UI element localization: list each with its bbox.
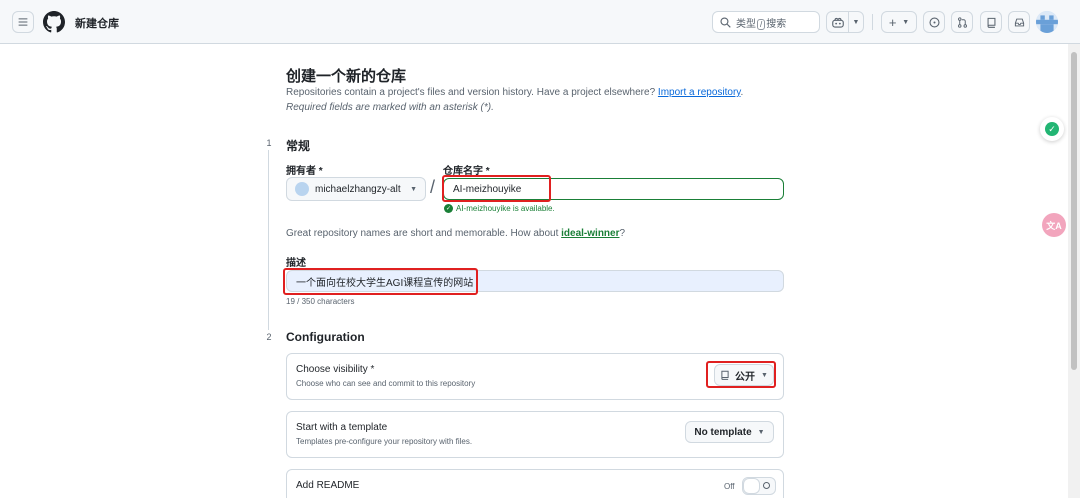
check-circle-icon: ✓: [444, 204, 453, 213]
issues-icon: [928, 16, 940, 28]
name-available-text: AI-meizhouyike is available.: [456, 204, 555, 213]
owner-select[interactable]: michaelzhangzy-alt ▼: [286, 177, 426, 201]
floating-assistant-button[interactable]: ✓: [1040, 117, 1064, 141]
plus-icon: +: [888, 14, 897, 30]
step-number-configuration: 2: [262, 330, 276, 344]
owner-repo-separator: /: [430, 177, 436, 197]
section-title-general: 常规: [286, 139, 311, 153]
description-char-count: 19 / 350 characters: [286, 297, 355, 306]
chevron-down-icon: ▼: [757, 428, 765, 436]
search-shortcut-key: /: [757, 18, 766, 30]
required-fields-note: Required fields are marked with an aster…: [286, 102, 494, 113]
step-number-general: 1: [262, 136, 276, 150]
inbox-button[interactable]: [1008, 11, 1030, 33]
import-repository-link[interactable]: Import a repository: [658, 87, 741, 98]
hamburger-icon: [18, 18, 28, 26]
inbox-icon: [1014, 18, 1024, 26]
translate-icon: 文A: [1046, 220, 1062, 231]
repositories-button[interactable]: [980, 11, 1002, 33]
identicon-icon: [1036, 11, 1058, 33]
readme-title: Add README: [296, 480, 360, 491]
suggestion-text: Great repository names are short and mem…: [286, 228, 559, 239]
create-new-button[interactable]: + ▼: [881, 11, 917, 33]
visibility-title: Choose visibility *: [296, 364, 375, 375]
chevron-down-icon: ▼: [852, 18, 860, 26]
page-title: 创建一个新的仓库: [286, 68, 407, 85]
user-avatar[interactable]: [1036, 11, 1058, 33]
chevron-down-icon: ▼: [410, 185, 417, 193]
highlight-box-description: [283, 268, 478, 295]
visibility-subtitle: Choose who can see and commit to this re…: [296, 379, 476, 388]
name-suggestion: Great repository names are short and mem…: [286, 228, 625, 239]
repo-icon: [987, 17, 995, 28]
owner-avatar: [295, 182, 309, 196]
template-subtitle: Templates pre-configure your repository …: [296, 437, 473, 446]
template-card: Start with a template Templates pre-conf…: [286, 411, 784, 458]
intro-description: Repositories contain a project's files a…: [286, 87, 656, 98]
pull-request-icon: [957, 16, 967, 28]
owner-label: 拥有者 *: [286, 166, 323, 177]
github-logo-icon[interactable]: [43, 11, 65, 33]
copilot-button[interactable]: [827, 12, 849, 32]
copilot-button-group: ▼: [826, 11, 864, 33]
vertical-scrollbar[interactable]: [1068, 44, 1080, 498]
name-available-message: ✓ AI-meizhouyike is available.: [444, 204, 555, 213]
translate-button[interactable]: 文A: [1042, 213, 1066, 237]
highlight-box-repo-name: [442, 175, 551, 202]
search-icon: [720, 16, 731, 28]
search-label-post: 搜索: [766, 18, 787, 30]
section-title-configuration: Configuration: [286, 330, 365, 344]
assistant-logo-icon: ✓: [1045, 122, 1059, 136]
template-title: Start with a template: [296, 422, 388, 433]
top-header: 新建仓库 类型 / 搜索 ▼ + ▼: [0, 0, 1080, 44]
copilot-icon: [831, 17, 844, 28]
readme-card: Add README Off: [286, 469, 784, 498]
readme-toggle[interactable]: [742, 477, 776, 495]
pull-requests-button[interactable]: [951, 11, 973, 33]
header-divider: [872, 14, 873, 30]
intro-text: Repositories contain a project's files a…: [286, 87, 743, 98]
step-connector-line: [268, 150, 269, 330]
search-input[interactable]: 类型 / 搜索: [712, 11, 820, 33]
issues-button[interactable]: [923, 11, 945, 33]
toggle-off-icon: [763, 482, 770, 489]
scrollbar-thumb[interactable]: [1071, 52, 1077, 370]
template-select[interactable]: No template ▼: [685, 421, 774, 443]
page-name[interactable]: 新建仓库: [75, 15, 119, 31]
owner-value: michaelzhangzy-alt: [315, 183, 401, 195]
suggestion-end: ?: [619, 228, 626, 239]
readme-toggle-state: Off: [724, 482, 735, 491]
template-value: No template: [694, 426, 752, 438]
description-label: 描述: [286, 258, 306, 269]
toggle-knob: [743, 478, 760, 494]
highlight-box-visibility: [706, 361, 776, 388]
search-label-pre: 类型: [736, 18, 756, 30]
intro-period: .: [740, 87, 744, 98]
copilot-dropdown-button[interactable]: ▼: [849, 12, 863, 32]
suggested-name-link[interactable]: ideal-winner: [561, 228, 619, 239]
chevron-down-icon: ▼: [902, 18, 910, 26]
hamburger-menu-button[interactable]: [12, 11, 34, 33]
